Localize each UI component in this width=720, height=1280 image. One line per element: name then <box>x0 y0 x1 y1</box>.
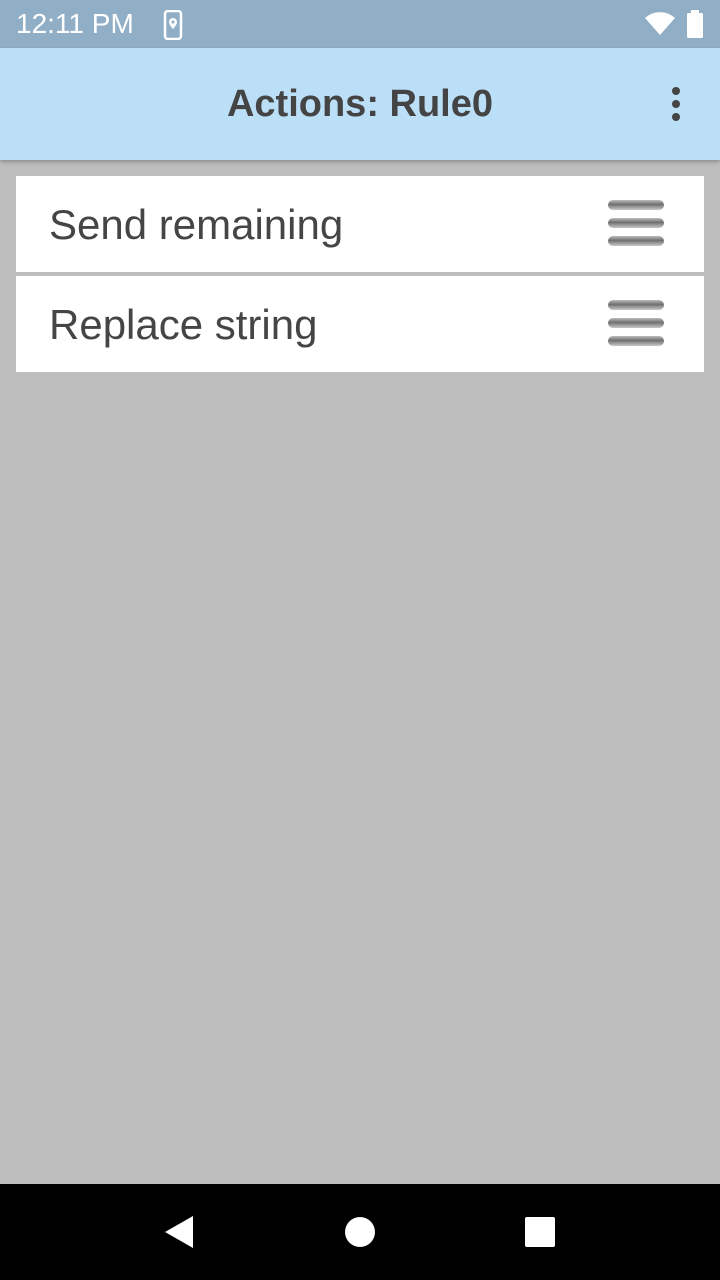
list-item-label: Send remaining <box>49 201 344 248</box>
page-title: Actions: Rule0 <box>226 83 494 125</box>
battery-icon <box>686 10 704 43</box>
svg-text:4: 4 <box>666 24 672 36</box>
actions-list: Send remaining Replace string <box>16 176 704 376</box>
drag-handle-icon[interactable] <box>606 196 666 252</box>
list-item-send-remaining[interactable]: Send remaining <box>16 176 704 272</box>
drag-handle-icon[interactable] <box>606 296 666 352</box>
status-bar: 12:11 PM 4 <box>0 0 720 48</box>
app-bar: Actions: Rule0 <box>0 48 720 160</box>
list-item-replace-string[interactable]: Replace string <box>16 276 704 372</box>
recents-button[interactable] <box>520 1212 560 1252</box>
overflow-menu-button[interactable] <box>652 76 700 132</box>
navigation-bar <box>0 1184 720 1280</box>
list-item-label: Replace string <box>49 301 318 348</box>
recents-icon <box>525 1217 555 1247</box>
wifi-icon: 4 <box>644 11 676 42</box>
more-vertical-icon <box>672 87 680 121</box>
home-button[interactable] <box>340 1212 380 1252</box>
home-icon <box>345 1217 375 1247</box>
status-time: 12:11 PM <box>16 8 134 39</box>
back-button[interactable] <box>160 1212 200 1252</box>
location-phone-icon <box>163 9 183 45</box>
back-icon <box>165 1216 193 1248</box>
